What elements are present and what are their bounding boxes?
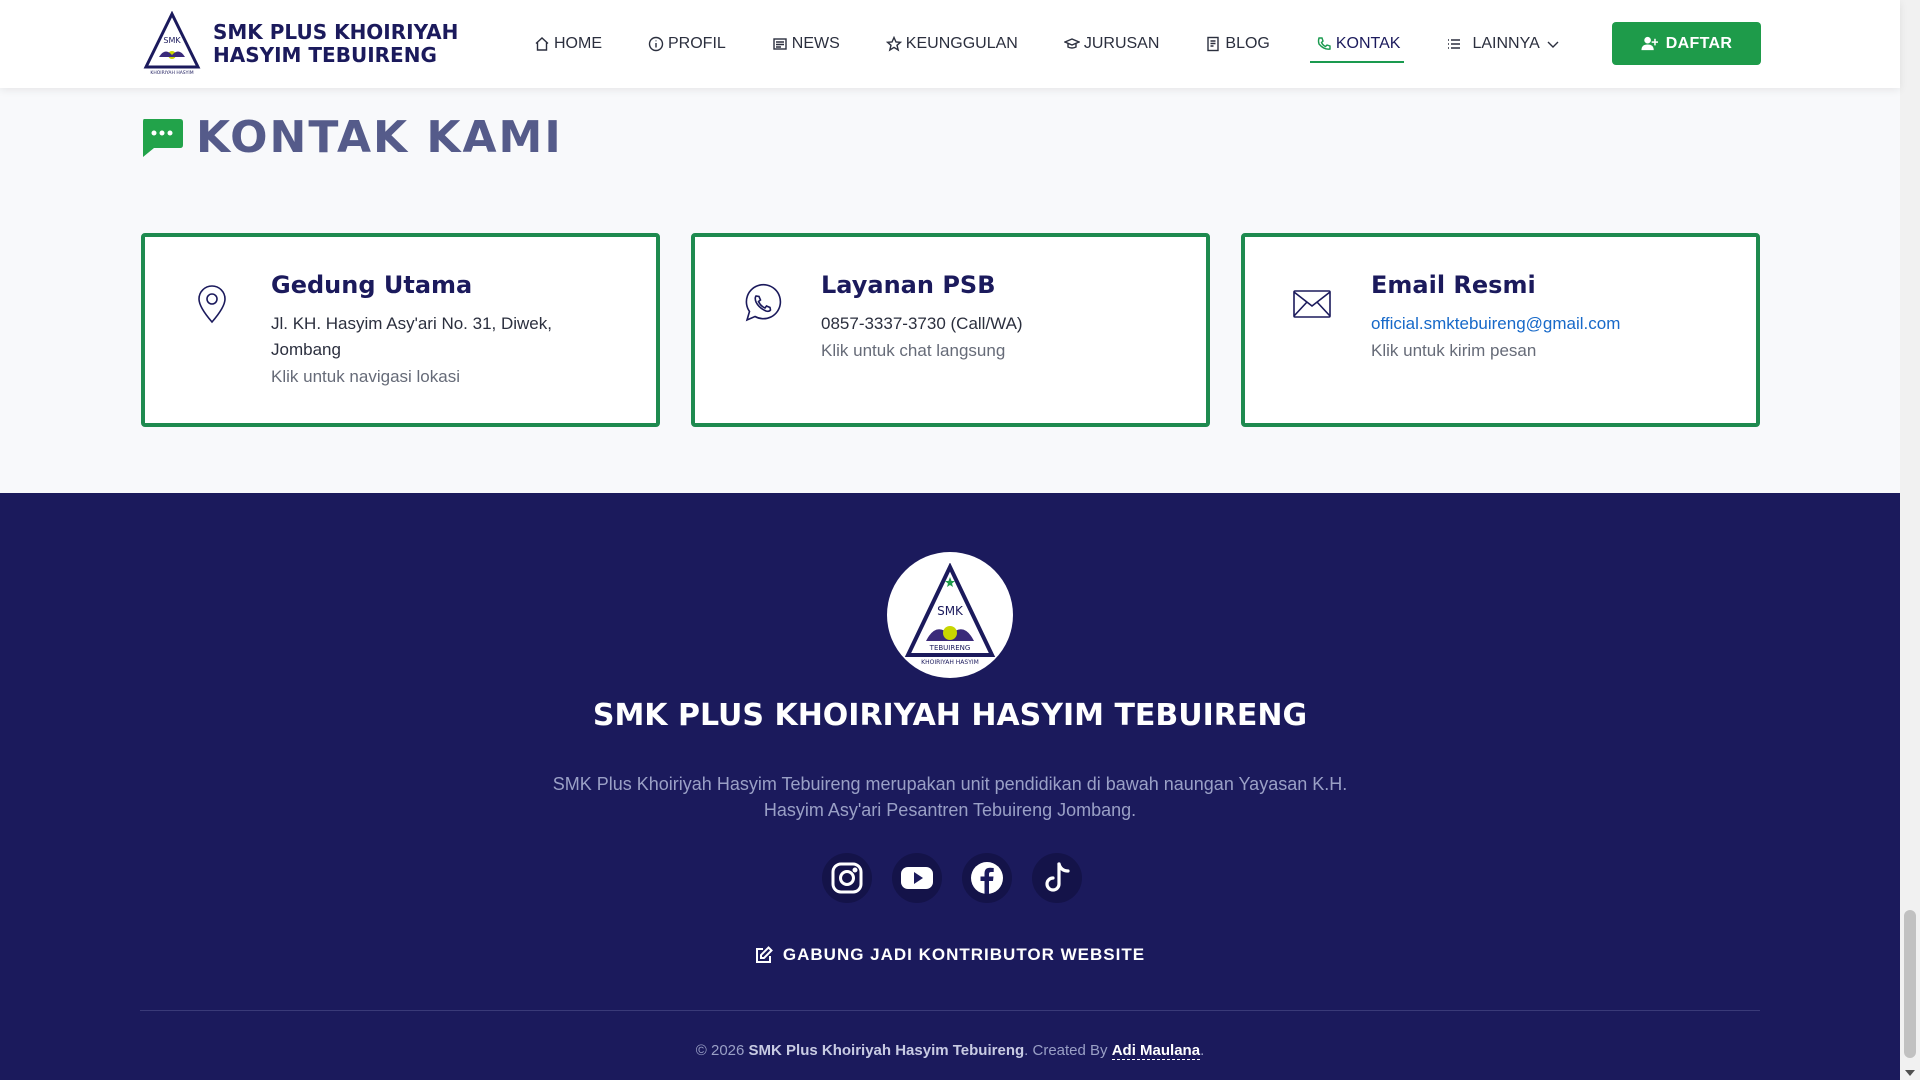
contributor-link[interactable]: GABUNG JADI KONTRIBUTOR WEBSITE <box>0 945 1900 965</box>
author-link[interactable]: Adi Maulana <box>1111 1042 1201 1060</box>
contact-heading: KONTAK KAMI <box>140 112 563 163</box>
card-detail: 0857-3337-3730 (Call/WA) <box>821 314 1023 333</box>
main-nav: HOME PROFIL NEWS KEUNGGULAN JURUSAN BLOG… <box>534 0 1606 88</box>
footer-logo: SMK TEBUIRENG KHOIRIYAH HASYIM <box>887 552 1013 678</box>
logo-text: SMK <box>937 604 964 618</box>
copyright-suffix: . <box>1200 1042 1205 1059</box>
youtube-link[interactable] <box>892 853 942 903</box>
logo-ring-text: KHOIRIYAH HASYIM <box>921 659 979 666</box>
email-link[interactable]: official.smktebuireng@gmail.com <box>1371 311 1701 337</box>
youtube-icon <box>901 867 933 889</box>
scroll-down-arrow-icon[interactable] <box>1905 1070 1915 1076</box>
nav-news[interactable]: NEWS <box>772 0 840 88</box>
edit-icon <box>755 946 773 963</box>
tiktok-link[interactable] <box>1032 853 1082 903</box>
instagram-icon <box>831 862 863 894</box>
nav-profil[interactable]: PROFIL <box>648 0 726 88</box>
info-icon <box>648 36 664 52</box>
card-detail: Jl. KH. Hasyim Asy'ari No. 31, Diwek, Jo… <box>271 314 552 359</box>
chat-bubble-icon <box>143 118 183 157</box>
copyright-org: SMK Plus Khoiriyah Hasyim Tebuireng <box>748 1042 1025 1059</box>
whatsapp-icon <box>745 283 782 322</box>
nav-keunggulan-label: KEUNGGULAN <box>905 35 1018 52</box>
star-icon <box>885 36 902 52</box>
facebook-link[interactable] <box>962 853 1012 903</box>
contact-card-address[interactable]: Gedung Utama Jl. KH. Hasyim Asy'ari No. … <box>141 233 660 427</box>
footer-description: SMK Plus Khoiriyah Hasyim Tebuireng meru… <box>552 774 1348 820</box>
nav-blog-label: BLOG <box>1225 35 1270 52</box>
copyright: © 2026 SMK Plus Khoiriyah Hasyim Tebuire… <box>0 1042 1900 1060</box>
chevron-down-icon <box>1547 41 1559 48</box>
nav-keunggulan[interactable]: KEUNGGULAN <box>885 0 1018 88</box>
social-links <box>822 853 1102 903</box>
nav-kontak-label: KONTAK <box>1335 35 1401 52</box>
location-pin-icon <box>198 285 226 324</box>
logo-bottom-text: TEBUIRENG <box>929 644 971 652</box>
nav-news-label: NEWS <box>791 35 840 52</box>
card-hint: Klik untuk navigasi lokasi <box>271 367 460 386</box>
school-logo-icon: SMK TEBUIRENG KHOIRIYAH HASYIM <box>904 563 996 666</box>
card-hint: Klik untuk kirim pesan <box>1371 341 1537 360</box>
card-title: Gedung Utama <box>271 271 473 299</box>
vertical-scrollbar[interactable] <box>1900 0 1920 1080</box>
tiktok-icon <box>1045 862 1070 892</box>
school-logo-icon: SMK KHOIRIYAH HASYIM <box>143 11 201 76</box>
daftar-label: DAFTAR <box>1665 34 1733 52</box>
instagram-link[interactable] <box>822 853 872 903</box>
document-icon <box>1207 36 1220 52</box>
user-plus-icon <box>1641 36 1658 51</box>
top-navbar: SMK KHOIRIYAH HASYIM SMK PLUS KHOIRIYAH … <box>0 0 1900 88</box>
brand-name: SMK PLUS KHOIRIYAH HASYIM TEBUIRENG <box>213 20 459 67</box>
site-footer: SMK TEBUIRENG KHOIRIYAH HASYIM SMK PLUS … <box>0 493 1900 1080</box>
footer-title: SMK PLUS KHOIRIYAH HASYIM TEBUIRENG <box>592 698 1308 733</box>
phone-icon <box>1317 37 1331 50</box>
nav-jurusan-label: JURUSAN <box>1083 35 1160 52</box>
newspaper-icon <box>773 38 787 50</box>
logo-ring-text: KHOIRIYAH HASYIM <box>150 70 193 76</box>
home-icon <box>535 37 549 51</box>
card-hint: Klik untuk chat langsung <box>821 341 1006 360</box>
footer-divider <box>140 1010 1760 1011</box>
daftar-button[interactable]: DAFTAR <box>1612 22 1761 65</box>
envelope-icon <box>1293 290 1331 318</box>
nav-kontak[interactable]: KONTAK <box>1309 0 1405 88</box>
contact-card-whatsapp[interactable]: Layanan PSB 0857-3337-3730 (Call/WA) Kli… <box>691 233 1210 427</box>
list-icon <box>1448 39 1461 49</box>
nav-home[interactable]: HOME <box>534 0 602 88</box>
nav-home-label: HOME <box>554 35 602 52</box>
card-title: Email Resmi <box>1371 271 1536 299</box>
contact-card-email[interactable]: Email Resmi official.smktebuireng@gmail.… <box>1241 233 1760 427</box>
contributor-label: GABUNG JADI KONTRIBUTOR WEBSITE <box>782 945 1146 964</box>
page-title: KONTAK KAMI <box>196 112 563 163</box>
nav-lainnya-label: LAINNYA <box>1472 35 1540 52</box>
mortarboard-icon <box>1063 38 1080 49</box>
created-by-text: . Created By <box>1024 1042 1108 1059</box>
logo-text: SMK <box>163 36 181 45</box>
nav-jurusan[interactable]: JURUSAN <box>1063 0 1160 88</box>
nav-blog[interactable]: BLOG <box>1205 0 1270 88</box>
nav-profil-label: PROFIL <box>668 35 726 52</box>
scrollbar-thumb[interactable] <box>1904 910 1916 1058</box>
nav-lainnya[interactable]: LAINNYA <box>1446 0 1559 88</box>
copyright-year: © 2026 <box>695 1042 745 1059</box>
facebook-icon <box>971 862 1003 894</box>
card-title: Layanan PSB <box>821 271 996 299</box>
brand[interactable]: SMK KHOIRIYAH HASYIM SMK PLUS KHOIRIYAH … <box>143 11 523 77</box>
